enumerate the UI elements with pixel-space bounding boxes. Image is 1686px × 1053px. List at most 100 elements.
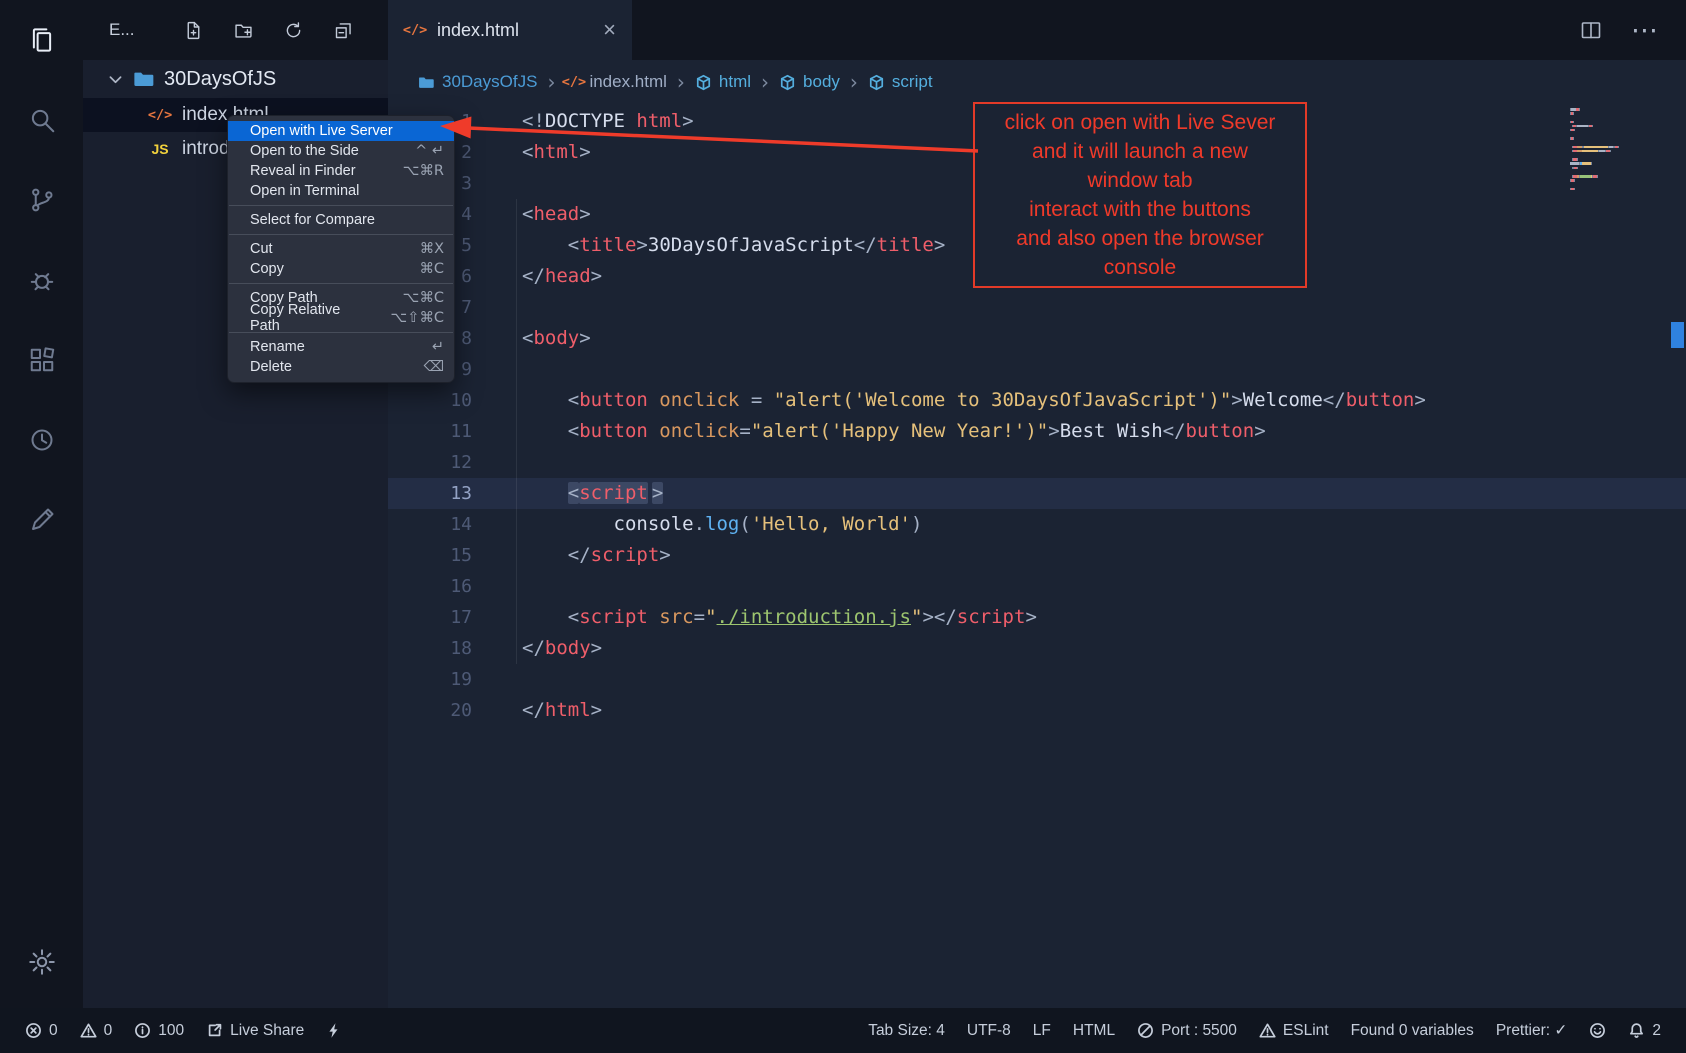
activity-search[interactable] bbox=[0, 80, 83, 160]
js-icon: JS bbox=[149, 138, 171, 160]
line-content: <script> bbox=[522, 478, 663, 509]
annotation-box: click on open with Live Severand it will… bbox=[973, 102, 1307, 288]
status-live-server-port[interactable]: Port : 5500 bbox=[1126, 1008, 1248, 1053]
line-content: <title>30DaysOfJavaScript</title> bbox=[522, 230, 945, 261]
code-line-15[interactable]: 15 </script> bbox=[388, 540, 1686, 571]
menu-item-label: Cut bbox=[250, 241, 273, 257]
tab-index-html[interactable]: </> index.html × bbox=[388, 0, 632, 60]
code-line-20[interactable]: 20</html> bbox=[388, 695, 1686, 726]
menu-item-open-to-the-side[interactable]: Open to the Side ^ ↵ bbox=[228, 141, 454, 161]
menu-item-select-for-compare[interactable]: Select for Compare bbox=[228, 210, 454, 230]
smiley-icon bbox=[1589, 1022, 1606, 1039]
status-problems-errors[interactable]: 0 bbox=[14, 1008, 69, 1053]
line-number: 12 bbox=[388, 447, 472, 478]
status-tab-size[interactable]: Tab Size: 4 bbox=[857, 1008, 956, 1053]
annotation-line: and also open the browser bbox=[977, 224, 1303, 253]
minimap[interactable] bbox=[1570, 108, 1666, 192]
menu-shortcut: ⌫ bbox=[423, 359, 444, 375]
code-line-8[interactable]: 8<body> bbox=[388, 323, 1686, 354]
code-line-14[interactable]: 14 console.log('Hello, World') bbox=[388, 509, 1686, 540]
breadcrumb-html[interactable]: html bbox=[695, 72, 751, 92]
activity-extensions[interactable] bbox=[0, 320, 83, 400]
new-file-icon[interactable] bbox=[183, 20, 204, 41]
status-eslint[interactable]: ESLint bbox=[1248, 1008, 1340, 1053]
error-icon bbox=[25, 1022, 42, 1039]
history-icon bbox=[27, 425, 57, 455]
breadcrumb-30daysofjs[interactable]: 30DaysOfJS bbox=[418, 72, 537, 92]
close-tab-icon[interactable]: × bbox=[603, 19, 616, 41]
status-encoding[interactable]: UTF-8 bbox=[956, 1008, 1022, 1053]
menu-item-copy-relative-path[interactable]: Copy Relative Path⌥⇧⌘C bbox=[228, 308, 454, 328]
breadcrumb-separator: › bbox=[850, 70, 858, 94]
menu-shortcut: ⌘X bbox=[420, 241, 444, 257]
menu-item-open-with-live-server[interactable]: Open with Live Server bbox=[228, 121, 454, 141]
status-language-mode[interactable]: HTML bbox=[1062, 1008, 1126, 1053]
tree-root-folder[interactable]: 30DaysOfJS bbox=[83, 60, 388, 98]
status-text: HTML bbox=[1073, 1022, 1115, 1040]
menu-item-copy[interactable]: Copy⌘C bbox=[228, 259, 454, 279]
menu-shortcut: ↵ bbox=[432, 339, 444, 355]
activity-history[interactable] bbox=[0, 400, 83, 480]
menu-item-label: Open to the Side bbox=[250, 143, 359, 159]
status-text: 0 bbox=[49, 1022, 58, 1040]
code-line-7[interactable]: 7 bbox=[388, 292, 1686, 323]
code-line-9[interactable]: 9 bbox=[388, 354, 1686, 385]
indent-guide bbox=[516, 199, 517, 664]
breadcrumb-index-html[interactable]: </>index.html bbox=[565, 72, 666, 92]
status-info-count[interactable]: 100 bbox=[123, 1008, 195, 1053]
code-line-13[interactable]: 13 <script> bbox=[388, 478, 1686, 509]
refresh-icon[interactable] bbox=[283, 20, 304, 41]
menu-separator bbox=[229, 283, 453, 284]
menu-item-rename[interactable]: Rename↵ bbox=[228, 337, 454, 357]
breadcrumb-separator: › bbox=[761, 70, 769, 94]
status-feedback-smiley[interactable] bbox=[1578, 1008, 1617, 1053]
breadcrumb-body[interactable]: body bbox=[779, 72, 840, 92]
explorer-title: E... bbox=[109, 20, 135, 40]
status-eol[interactable]: LF bbox=[1022, 1008, 1062, 1053]
code-line-10[interactable]: 10 <button onclick = "alert('Welcome to … bbox=[388, 385, 1686, 416]
html-icon: </> bbox=[149, 104, 171, 126]
more-actions-icon[interactable]: ⋯ bbox=[1631, 15, 1658, 46]
code-line-18[interactable]: 18</body> bbox=[388, 633, 1686, 664]
activity-feedback[interactable] bbox=[0, 480, 83, 560]
activity-explorer[interactable] bbox=[0, 0, 83, 80]
activity-run-debug[interactable] bbox=[0, 240, 83, 320]
context-menu: Open with Live Server Open to the Side ^ ↵… bbox=[227, 115, 455, 383]
menu-separator bbox=[229, 234, 453, 235]
code-line-12[interactable]: 12 bbox=[388, 447, 1686, 478]
new-folder-icon[interactable] bbox=[233, 20, 254, 41]
status-live-share[interactable]: Live Share bbox=[195, 1008, 315, 1053]
cube-icon bbox=[779, 74, 796, 91]
collapse-all-icon[interactable] bbox=[333, 20, 354, 41]
code-line-16[interactable]: 16 bbox=[388, 571, 1686, 602]
status-text: 0 bbox=[104, 1022, 113, 1040]
code-line-19[interactable]: 19 bbox=[388, 664, 1686, 695]
menu-item-cut[interactable]: Cut ⌘X bbox=[228, 239, 454, 259]
breadcrumb-label: script bbox=[892, 72, 933, 92]
menu-shortcut: ^ ↵ bbox=[415, 143, 444, 159]
status-bar: 0 0 100Live Share Tab Size: 4UTF-8LF HTML Po… bbox=[0, 1008, 1686, 1053]
status-variables-found[interactable]: Found 0 variables bbox=[1340, 1008, 1485, 1053]
menu-shortcut: ⌘C bbox=[419, 261, 444, 277]
code-line-11[interactable]: 11 <button onclick="alert('Happy New Yea… bbox=[388, 416, 1686, 447]
status-notifications[interactable]: 2 bbox=[1617, 1008, 1672, 1053]
activity-bar-bottom bbox=[0, 930, 83, 994]
split-editor-icon[interactable] bbox=[1579, 18, 1603, 42]
menu-item-reveal-in-finder[interactable]: Reveal in Finder ⌥⌘R bbox=[228, 161, 454, 181]
menu-item-open-in-terminal[interactable]: Open in Terminal bbox=[228, 181, 454, 201]
html-file-icon: </> bbox=[404, 19, 426, 41]
status-quick-action[interactable] bbox=[315, 1008, 354, 1053]
menu-item-label: Reveal in Finder bbox=[250, 163, 356, 179]
menu-shortcut: ⌥⌘R bbox=[403, 163, 444, 179]
activity-settings[interactable] bbox=[0, 930, 83, 994]
activity-source-control[interactable] bbox=[0, 160, 83, 240]
code-line-17[interactable]: 17 <script src="./introduction.js"></scr… bbox=[388, 602, 1686, 633]
explorer-header: E... bbox=[83, 0, 388, 60]
status-problems-warnings[interactable]: 0 bbox=[69, 1008, 124, 1053]
status-prettier[interactable]: Prettier: ✓ bbox=[1485, 1008, 1579, 1053]
warning-icon bbox=[80, 1022, 97, 1039]
line-number: 14 bbox=[388, 509, 472, 540]
explorer-icon bbox=[27, 25, 57, 55]
menu-item-delete[interactable]: Delete⌫ bbox=[228, 357, 454, 377]
breadcrumb-script[interactable]: script bbox=[868, 72, 933, 92]
